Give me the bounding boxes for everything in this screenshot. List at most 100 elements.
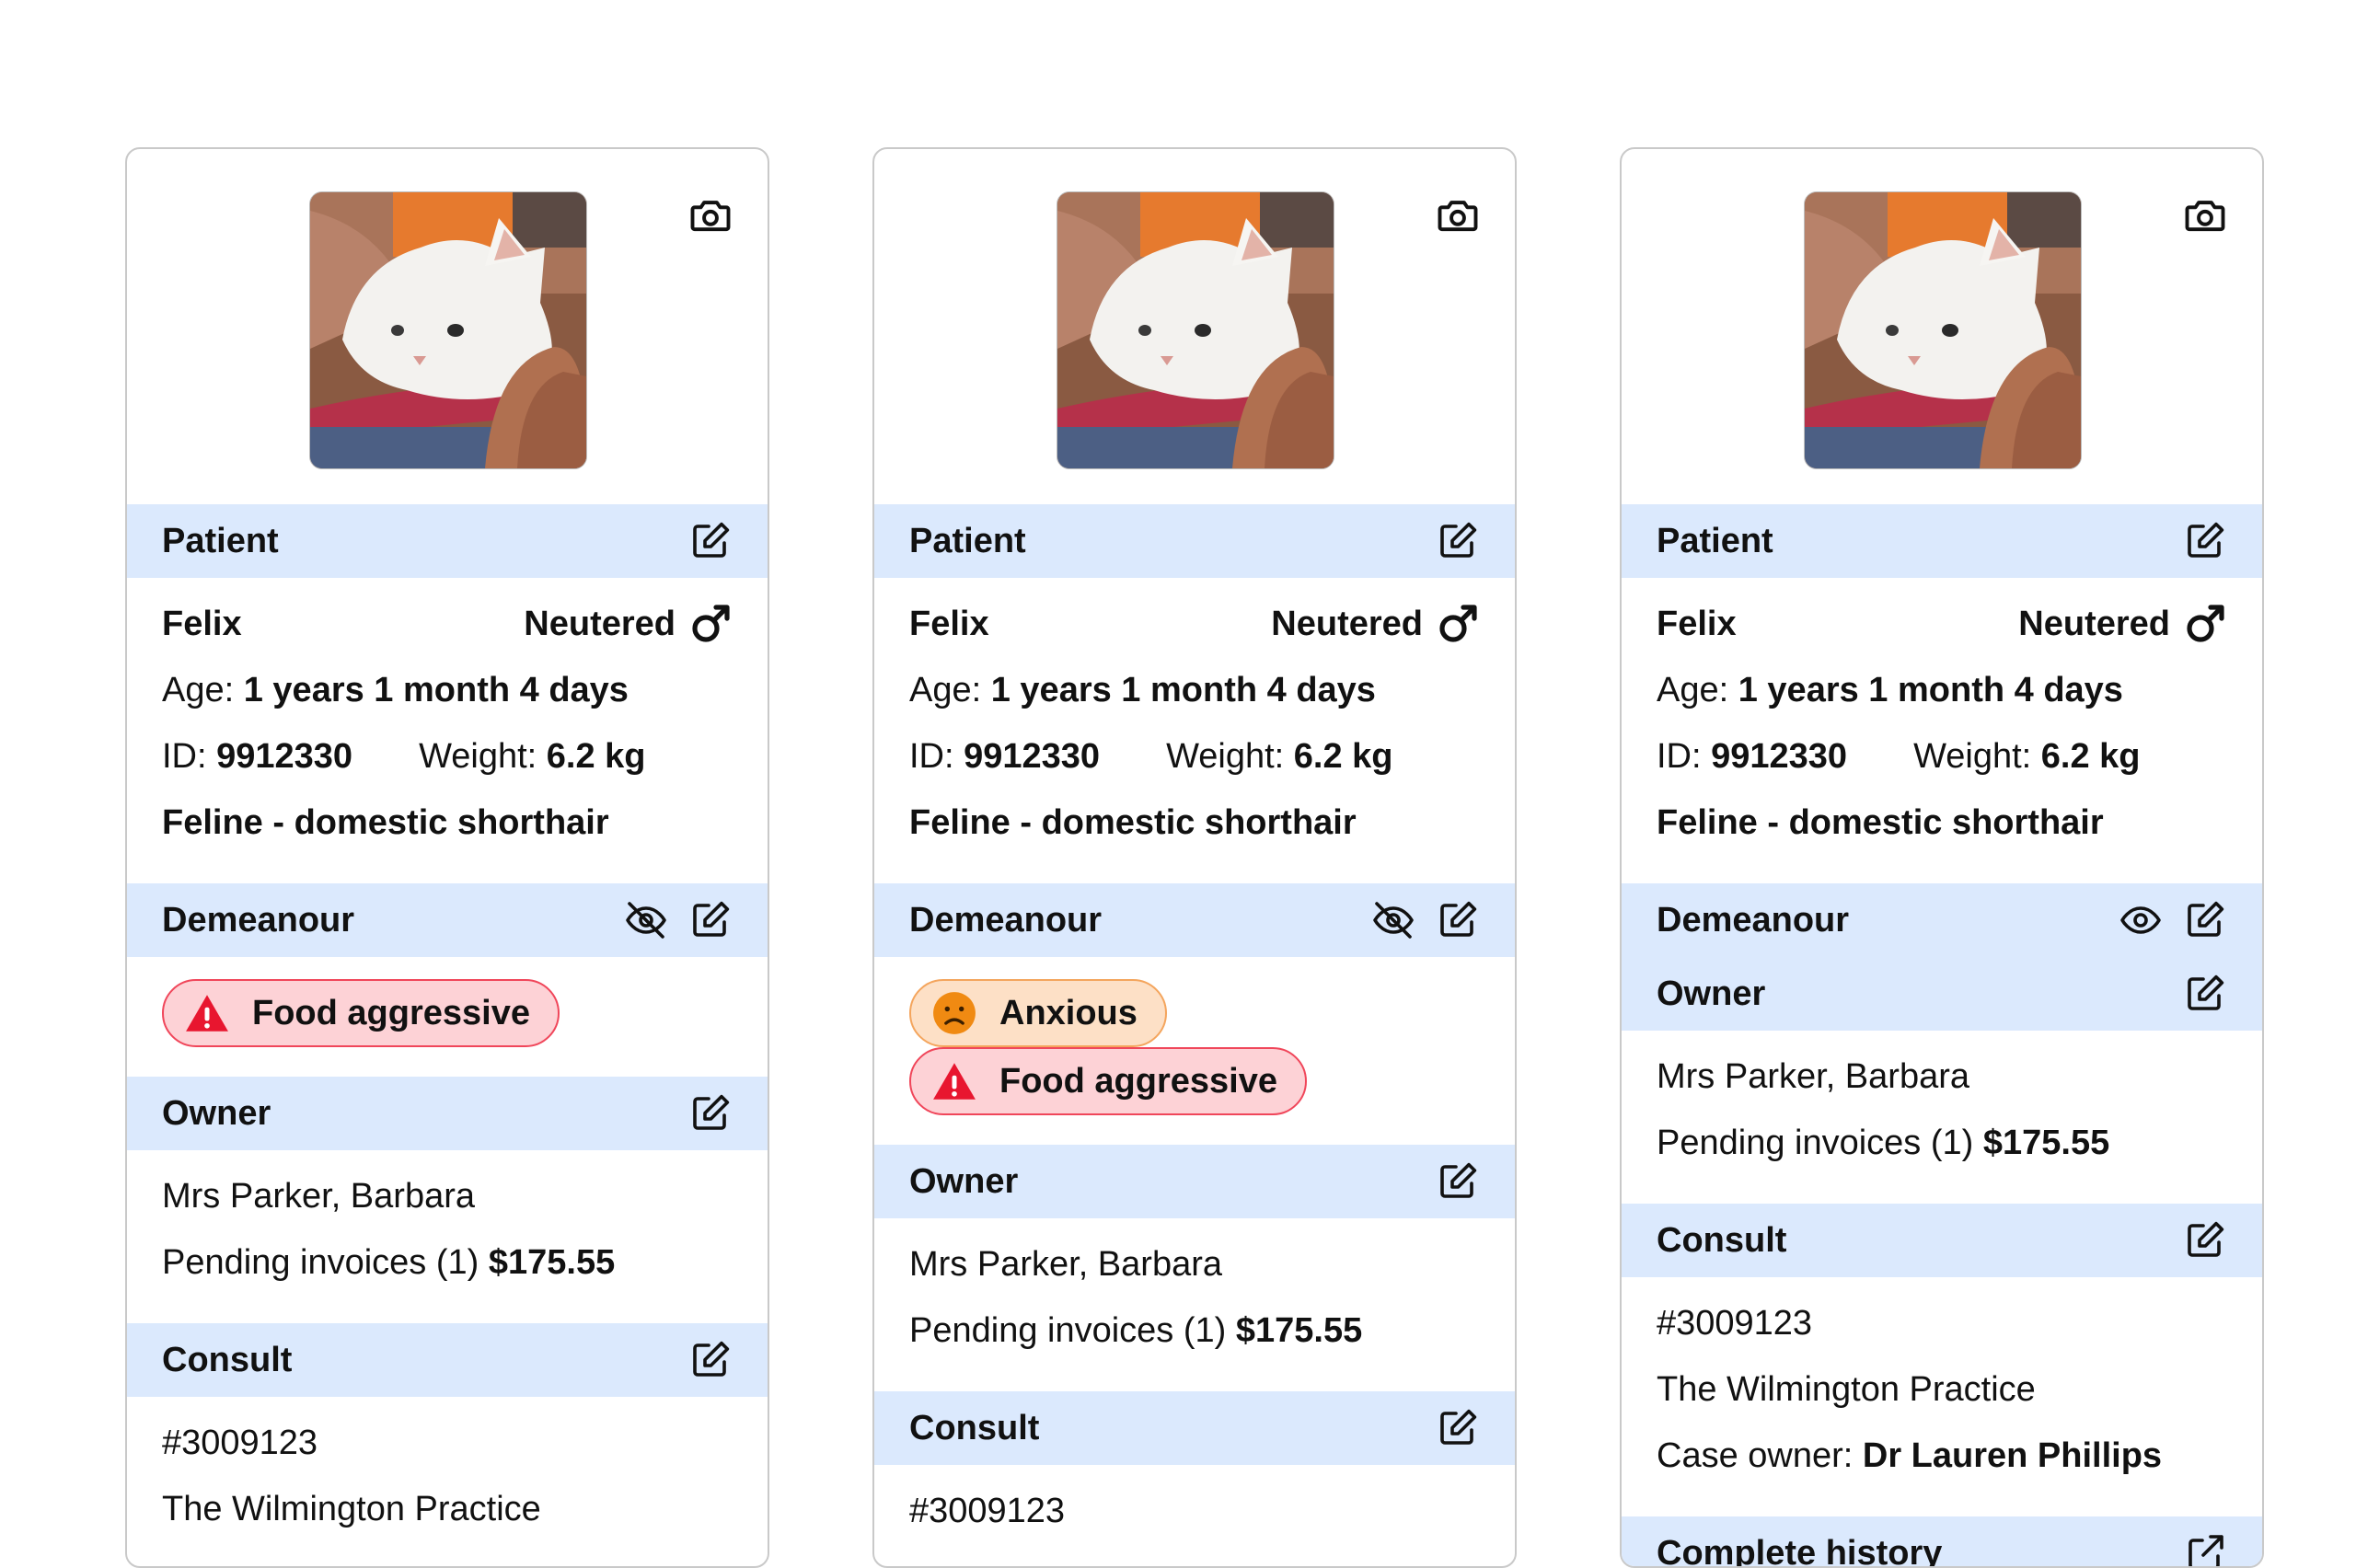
neuter-status-label: Neutered [524, 605, 676, 644]
pending-invoices[interactable]: Pending invoices (1) $175.55 [162, 1229, 733, 1296]
external-link-icon[interactable] [2183, 1531, 2227, 1568]
edit-icon[interactable] [1436, 898, 1480, 942]
consult-line: The Wilmington Practice [162, 1476, 733, 1542]
camera-icon[interactable] [1434, 191, 1482, 239]
male-icon [2183, 602, 2227, 646]
patient-age: Age: 1 years 1 month 4 days [1657, 657, 2227, 723]
edit-icon[interactable] [688, 1338, 733, 1382]
eye-off-icon[interactable] [624, 898, 668, 942]
warning-icon [931, 1058, 977, 1104]
patient-photo-area [127, 149, 768, 504]
invoices-amount: $175.55 [1983, 1124, 2109, 1163]
patient-breed: Feline - domestic shorthair [909, 790, 1480, 856]
consult-header: Consult [127, 1323, 768, 1397]
edit-icon[interactable] [688, 519, 733, 563]
warning-icon [184, 990, 230, 1036]
weight-label: Weight: [419, 737, 537, 777]
camera-icon[interactable] [687, 191, 734, 239]
demeanour-header-title: Demeanour [1657, 901, 2119, 940]
patient-photo [309, 191, 587, 469]
eye-off-icon[interactable] [1371, 898, 1415, 942]
complete-history-header: Complete history [1622, 1516, 2262, 1568]
case-owner: Case owner: Dr Lauren Phillips [1657, 1423, 2227, 1489]
patient-name: Felix [162, 605, 242, 644]
neuter-status-label: Neutered [1271, 605, 1423, 644]
owner-header: Owner [1622, 957, 2262, 1031]
demeanour-tag[interactable]: Food aggressive [162, 979, 560, 1047]
neuter-status: Neutered [1271, 602, 1480, 646]
patient-header: Patient [127, 504, 768, 578]
edit-icon[interactable] [2183, 1218, 2227, 1262]
invoices-label: Pending invoices (1) [1657, 1124, 1973, 1163]
neuter-status-label: Neutered [2018, 605, 2170, 644]
patient-id-weight: ID: 9912330 Weight: 6.2 kg [162, 723, 733, 790]
consult-line: The Wilmington Practice [1657, 1356, 2227, 1423]
eye-icon[interactable] [2119, 898, 2163, 942]
patient-header-title: Patient [1657, 522, 2183, 561]
edit-icon[interactable] [2183, 972, 2227, 1016]
patient-photo-area [1622, 149, 2262, 504]
patient-photo-area [874, 149, 1515, 504]
edit-icon[interactable] [688, 898, 733, 942]
demeanour-tag-label: Anxious [999, 994, 1138, 1033]
weight-value: 6.2 kg [2041, 737, 2141, 777]
pending-invoices[interactable]: Pending invoices (1) $175.55 [1657, 1110, 2227, 1176]
consult-header-title: Consult [909, 1409, 1436, 1448]
invoices-label: Pending invoices (1) [162, 1243, 479, 1283]
owner-details: Mrs Parker, Barbara Pending invoices (1)… [874, 1218, 1515, 1391]
patient-age: Age: 1 years 1 month 4 days [162, 657, 733, 723]
pending-invoices[interactable]: Pending invoices (1) $175.55 [909, 1297, 1480, 1364]
edit-icon[interactable] [688, 1091, 733, 1136]
weight-label: Weight: [1913, 737, 2031, 777]
patient-breed: Feline - domestic shorthair [162, 790, 733, 856]
demeanour-header: Demeanour [1622, 883, 2262, 957]
age-label: Age: [1657, 671, 1728, 710]
demeanour-tag[interactable]: Anxious [909, 979, 1167, 1047]
id-label: ID: [909, 737, 954, 777]
patient-details: Felix Neutered Age: 1 years 1 month 4 da… [874, 578, 1515, 883]
neuter-status: Neutered [2018, 602, 2227, 646]
consult-line: #3009123 [162, 1410, 733, 1476]
owner-header: Owner [127, 1077, 768, 1150]
consult-details: #3009123The Wilmington Practice Case own… [1622, 1277, 2262, 1516]
camera-icon[interactable] [2181, 191, 2229, 239]
patient-breed: Feline - domestic shorthair [1657, 790, 2227, 856]
edit-icon[interactable] [1436, 1159, 1480, 1204]
patient-header: Patient [1622, 504, 2262, 578]
edit-icon[interactable] [2183, 519, 2227, 563]
owner-header-title: Owner [909, 1162, 1436, 1202]
age-label: Age: [162, 671, 234, 710]
edit-icon[interactable] [2183, 898, 2227, 942]
complete-history-header-title: Complete history [1657, 1534, 2183, 1568]
case-owner-label: Case owner: [1657, 1436, 1853, 1476]
consult-header: Consult [874, 1391, 1515, 1465]
edit-icon[interactable] [1436, 519, 1480, 563]
patient-card: Patient Felix Neutered Age: 1 years 1 mo… [125, 147, 769, 1568]
id-label: ID: [1657, 737, 1702, 777]
consult-details: #3009123 [874, 1465, 1515, 1568]
demeanour-header-title: Demeanour [162, 901, 624, 940]
patient-name: Felix [1657, 605, 1737, 644]
patient-id-weight: ID: 9912330 Weight: 6.2 kg [1657, 723, 2227, 790]
patient-age: Age: 1 years 1 month 4 days [909, 657, 1480, 723]
male-icon [688, 602, 733, 646]
patient-photo [1057, 191, 1334, 469]
weight-label: Weight: [1166, 737, 1284, 777]
demeanour-tags: Anxious Food aggressive [874, 957, 1515, 1145]
consult-header-title: Consult [1657, 1221, 2183, 1261]
demeanour-tag-label: Food aggressive [999, 1062, 1277, 1101]
id-value: 9912330 [964, 737, 1100, 777]
demeanour-tag[interactable]: Food aggressive [909, 1047, 1307, 1115]
edit-icon[interactable] [1436, 1406, 1480, 1450]
owner-name: Mrs Parker, Barbara [1657, 1043, 2227, 1110]
patient-card: Patient Felix Neutered Age: 1 years 1 mo… [1620, 147, 2264, 1568]
demeanour-header: Demeanour [127, 883, 768, 957]
age-value: 1 years 1 month 4 days [244, 671, 629, 710]
patient-header-title: Patient [162, 522, 688, 561]
patient-details: Felix Neutered Age: 1 years 1 month 4 da… [127, 578, 768, 883]
age-value: 1 years 1 month 4 days [1738, 671, 2123, 710]
demeanour-header-title: Demeanour [909, 901, 1371, 940]
patient-details: Felix Neutered Age: 1 years 1 month 4 da… [1622, 578, 2262, 883]
consult-line: #3009123 [1657, 1290, 2227, 1356]
demeanour-header: Demeanour [874, 883, 1515, 957]
